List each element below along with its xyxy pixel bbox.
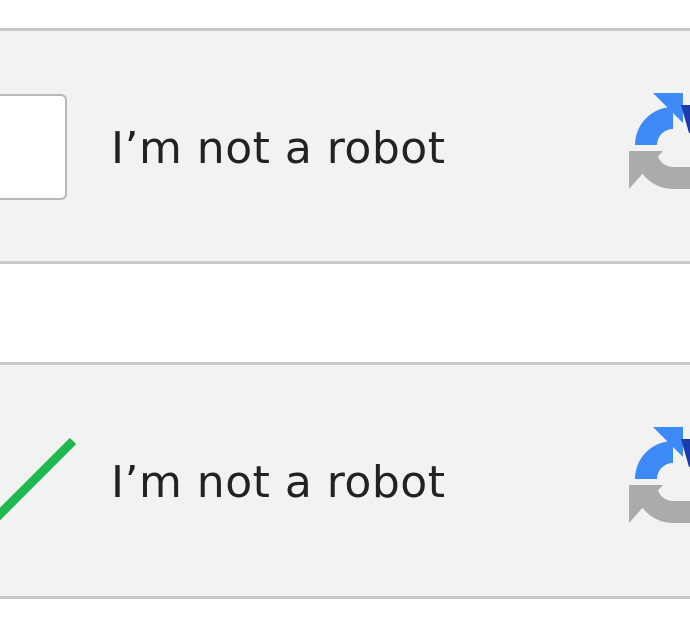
recaptcha-logo-icon xyxy=(629,93,690,189)
captcha-widget-unchecked: I’m not a robot xyxy=(0,28,690,264)
recaptcha-logo-icon xyxy=(629,427,690,523)
captcha-checkbox[interactable] xyxy=(0,94,67,200)
captcha-label: I’m not a robot xyxy=(111,457,446,508)
captcha-widget-checked: I’m not a robot xyxy=(0,362,690,599)
captcha-label: I’m not a robot xyxy=(111,123,446,174)
checkmark-icon[interactable] xyxy=(0,435,79,525)
